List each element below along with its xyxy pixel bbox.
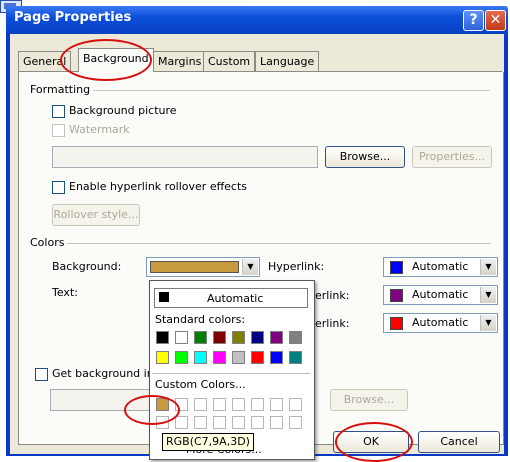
- automatic-swatch: [159, 292, 169, 302]
- background-color-label: Background:: [52, 260, 122, 273]
- colors-rule: [30, 243, 490, 244]
- annotation-oval-ok-button: [335, 422, 413, 462]
- color-cell[interactable]: [175, 351, 188, 364]
- empty-color-cell[interactable]: [270, 416, 283, 429]
- empty-color-cell[interactable]: [232, 416, 245, 429]
- empty-color-cell[interactable]: [213, 398, 226, 411]
- text-color-label: Text:: [52, 286, 78, 299]
- get-background-label: Get background in: [52, 367, 154, 380]
- empty-color-cell[interactable]: [175, 416, 188, 429]
- dialog-title: Page Properties: [14, 10, 132, 25]
- color-cell[interactable]: [156, 351, 169, 364]
- watermark-checkbox[interactable]: [52, 124, 65, 137]
- annotation-oval-custom-color: [124, 395, 180, 425]
- color-cell[interactable]: [213, 331, 226, 344]
- color-cell[interactable]: [156, 331, 169, 344]
- dropdown-separator: [152, 373, 310, 374]
- empty-color-cell[interactable]: [270, 398, 283, 411]
- empty-color-cell[interactable]: [251, 416, 264, 429]
- background-color-combo[interactable]: ▼: [146, 257, 260, 277]
- tab-language[interactable]: Language: [255, 51, 320, 71]
- custom-colors-row-2: [156, 416, 308, 430]
- active-hyperlink-combo[interactable]: Automatic ▼: [383, 313, 498, 333]
- formatting-group-label: Formatting: [30, 83, 94, 96]
- standard-colors-label: Standard colors:: [155, 313, 246, 326]
- empty-color-cell[interactable]: [194, 416, 207, 429]
- custom-colors-link[interactable]: Custom Colors...: [155, 378, 246, 391]
- tab-custom[interactable]: Custom: [203, 51, 256, 71]
- color-cell[interactable]: [289, 351, 302, 364]
- color-cell[interactable]: [194, 351, 207, 364]
- hyperlink-rollover-checkbox[interactable]: [52, 181, 65, 194]
- hyperlink-color-value: Automatic: [412, 260, 469, 273]
- color-cell[interactable]: [270, 331, 283, 344]
- hyperlink-color-combo[interactable]: Automatic ▼: [383, 257, 498, 277]
- active-hyperlink-swatch: [390, 317, 403, 330]
- browse-button[interactable]: Browse...: [325, 146, 405, 168]
- hyperlink-color-label: Hyperlink:: [268, 260, 325, 273]
- colors-group-label: Colors: [30, 236, 68, 249]
- rollover-style-button[interactable]: Rollover style...: [52, 204, 140, 226]
- color-cell[interactable]: [194, 331, 207, 344]
- empty-color-cell[interactable]: [213, 416, 226, 429]
- automatic-label: Automatic: [207, 292, 264, 305]
- color-cell[interactable]: [251, 331, 264, 344]
- background-picture-checkbox[interactable]: [52, 105, 65, 118]
- color-cell[interactable]: [175, 331, 188, 344]
- standard-colors-row-1: [156, 331, 308, 345]
- annotation-oval-background-tab: [60, 39, 152, 81]
- visited-hyperlink-combo[interactable]: Automatic ▼: [383, 285, 498, 305]
- color-cell[interactable]: [213, 351, 226, 364]
- automatic-option[interactable]: Automatic: [154, 288, 308, 308]
- empty-color-cell[interactable]: [289, 398, 302, 411]
- get-background-checkbox[interactable]: [35, 368, 48, 381]
- browse-button-2[interactable]: Browse...: [330, 389, 408, 411]
- help-icon[interactable]: ?: [463, 10, 484, 31]
- properties-button[interactable]: Properties...: [412, 146, 492, 168]
- hyperlink-color-swatch: [390, 261, 403, 274]
- standard-colors-row-2: [156, 351, 308, 365]
- background-picture-label: Background picture: [69, 104, 177, 117]
- empty-color-cell[interactable]: [251, 398, 264, 411]
- color-cell[interactable]: [232, 351, 245, 364]
- chevron-down-icon[interactable]: ▼: [242, 259, 258, 275]
- formatting-rule: [30, 90, 490, 91]
- tab-margins[interactable]: Margins: [153, 51, 207, 71]
- chevron-down-icon[interactable]: ▼: [480, 315, 496, 331]
- hyperlink-rollover-label: Enable hyperlink rollover effects: [69, 180, 248, 193]
- chevron-down-icon[interactable]: ▼: [480, 259, 496, 275]
- color-cell[interactable]: [232, 331, 245, 344]
- empty-color-cell[interactable]: [289, 416, 302, 429]
- watermark-label: Watermark: [69, 123, 130, 136]
- visited-hyperlink-value: Automatic: [412, 288, 469, 301]
- color-cell[interactable]: [270, 351, 283, 364]
- close-icon[interactable]: ✕: [485, 10, 506, 31]
- active-hyperlink-value: Automatic: [412, 316, 469, 329]
- background-picture-path-field[interactable]: [52, 146, 318, 168]
- color-cell[interactable]: [251, 351, 264, 364]
- visited-hyperlink-label: erlink:: [315, 289, 350, 302]
- color-cell[interactable]: [289, 331, 302, 344]
- chevron-down-icon[interactable]: ▼: [480, 287, 496, 303]
- empty-color-cell[interactable]: [194, 398, 207, 411]
- background-color-swatch: [150, 261, 239, 273]
- visited-hyperlink-swatch: [390, 289, 403, 302]
- color-tooltip: RGB(C7,9A,3D): [162, 433, 254, 451]
- active-hyperlink-label: erlink:: [315, 317, 350, 330]
- empty-color-cell[interactable]: [232, 398, 245, 411]
- cancel-button[interactable]: Cancel: [418, 431, 500, 453]
